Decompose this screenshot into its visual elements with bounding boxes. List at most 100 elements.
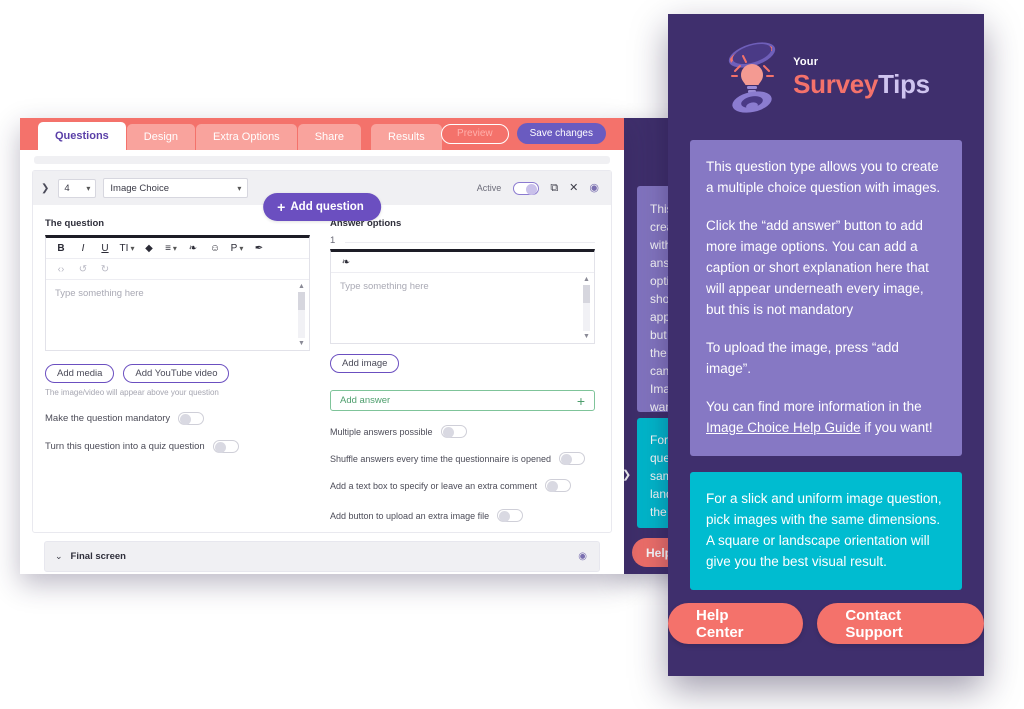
collapsed-question-strip[interactable] xyxy=(34,156,610,164)
upload-image-label: Add button to upload an extra image file xyxy=(330,510,490,521)
answer-placeholder: Type something here xyxy=(340,281,429,292)
answer-scrollbar[interactable]: ▲ ▼ xyxy=(582,276,591,340)
scroll-up-icon[interactable]: ▲ xyxy=(298,283,305,290)
question-rich-text-editor: B I U TI ▾ ◆ ≡ ▾ ❧ ☺ P ▾ ✒ ‹› ↺ ↻ Type s… xyxy=(45,235,310,351)
extra-comment-toggle[interactable] xyxy=(545,479,572,492)
preview-button[interactable]: Preview xyxy=(441,123,509,144)
chevron-down-icon: ▾ xyxy=(237,183,242,193)
question-number-value: 4 xyxy=(64,182,70,194)
lightbulb-logo-icon xyxy=(728,42,776,113)
question-placeholder: Type something here xyxy=(55,288,144,299)
save-changes-button[interactable]: Save changes xyxy=(516,123,606,144)
pro-tip-paragraph: For a slick and uniform image question, … xyxy=(706,491,942,569)
answer-toolbar: ❧ xyxy=(331,252,594,273)
quiz-toggle[interactable] xyxy=(212,440,239,453)
help-link-outro: if you want! xyxy=(864,420,933,435)
quiz-option-row: Turn this question into a quiz question xyxy=(45,440,310,453)
collapse-chevron-icon[interactable]: ❯ xyxy=(41,183,49,194)
add-answer-label: Add answer xyxy=(340,395,391,406)
scroll-down-icon[interactable]: ▼ xyxy=(298,340,305,347)
brand-logo: Your SurveyTips xyxy=(668,14,984,140)
add-question-button[interactable]: + Add question xyxy=(263,193,381,221)
contact-support-button[interactable]: Contact Support xyxy=(817,603,984,644)
mandatory-option-row: Make the question mandatory xyxy=(45,412,310,425)
logo-survey: Survey xyxy=(793,69,879,99)
survey-editor-window: Questions Design Extra Options Share Res… xyxy=(20,118,624,574)
rte-toolbar-row-1: B I U TI ▾ ◆ ≡ ▾ ❧ ☺ P ▾ ✒ xyxy=(46,238,309,259)
tab-questions[interactable]: Questions xyxy=(38,122,126,150)
help-center-button[interactable]: Help Center xyxy=(668,603,804,644)
italic-icon[interactable]: I xyxy=(72,239,94,258)
plus-icon: + xyxy=(277,199,286,215)
shuffle-answers-row: Shuffle answers every time the questionn… xyxy=(330,452,595,465)
plus-icon: + xyxy=(576,392,585,409)
redo-icon[interactable]: ↻ xyxy=(94,260,116,279)
add-image-button[interactable]: Add image xyxy=(330,354,400,373)
rte-toolbar-row-2: ‹› ↺ ↻ xyxy=(46,259,309,280)
eye-icon[interactable]: ◉ xyxy=(578,551,587,562)
question-scrollbar[interactable]: ▲ ▼ xyxy=(297,283,306,347)
help-tip-card-text: This question type allows you to create … xyxy=(706,156,946,438)
media-buttons: Add media Add YouTube video xyxy=(45,364,310,383)
duplicate-icon[interactable]: ⧉ xyxy=(550,182,558,194)
link-icon[interactable]: ❧ xyxy=(182,239,204,258)
extra-comment-label: Add a text box to specify or leave an ex… xyxy=(330,480,538,491)
logo-main: SurveyTips xyxy=(793,71,930,97)
add-media-button[interactable]: Add media xyxy=(45,364,115,383)
close-icon[interactable]: ✕ xyxy=(569,182,578,194)
scroll-down-icon[interactable]: ▼ xyxy=(583,333,590,340)
question-number-select[interactable]: 4 ▾ xyxy=(58,178,97,198)
upload-image-toggle[interactable] xyxy=(497,509,524,522)
question-card: ❯ 4 ▾ Image Choice ▾ Active ⧉ ✕ ◉ The qu… xyxy=(32,170,612,533)
add-youtube-video-button[interactable]: Add YouTube video xyxy=(123,364,230,383)
link-icon[interactable]: ❧ xyxy=(335,253,357,272)
help-paragraph-4: You can find more information in the Ima… xyxy=(706,396,946,438)
tab-design[interactable]: Design xyxy=(126,124,196,150)
scroll-up-icon[interactable]: ▲ xyxy=(583,276,590,283)
underline-icon[interactable]: U xyxy=(94,239,116,258)
help-pro-tip-card-text: For a slick and uniform image question, … xyxy=(706,488,946,572)
answer-index: 1 xyxy=(330,235,336,246)
editor-body: + Add question ❯ 4 ▾ Image Choice ▾ Acti… xyxy=(20,150,624,574)
add-answer-button[interactable]: Add answer + xyxy=(330,390,595,411)
help-paragraph-2: Click the “add answer” button to add mor… xyxy=(706,218,929,317)
help-pro-tip-card: For a slick and uniform image question, … xyxy=(690,472,962,590)
question-type-select[interactable]: Image Choice ▾ xyxy=(103,178,249,198)
source-code-icon[interactable]: ‹› xyxy=(50,260,72,279)
quiz-label: Turn this question into a quiz question xyxy=(45,441,205,452)
question-right-column: Answer options 1 ❧ Type something here ▲… xyxy=(330,218,595,522)
paragraph-style-icon[interactable]: P ▾ xyxy=(226,239,248,258)
multiple-answers-toggle[interactable] xyxy=(440,425,467,438)
active-toggle[interactable] xyxy=(513,181,540,195)
tab-results[interactable]: Results xyxy=(371,124,442,150)
undo-icon[interactable]: ↺ xyxy=(72,260,94,279)
chevron-down-icon[interactable]: ⌄ xyxy=(55,551,63,562)
eye-icon[interactable]: ◉ xyxy=(589,182,599,194)
bold-icon[interactable]: B xyxy=(50,239,72,258)
question-left-column: The question B I U TI ▾ ◆ ≡ ▾ ❧ ☺ P ▾ ✒ … xyxy=(45,218,310,522)
clear-formatting-icon[interactable]: ✒ xyxy=(248,239,270,258)
question-text-area[interactable]: Type something here ▲ ▼ xyxy=(46,280,309,350)
active-label: Active xyxy=(476,183,502,193)
multiple-answers-row: Multiple answers possible xyxy=(330,425,595,438)
help-paragraph-3: To upload the image, press “add image”. xyxy=(706,340,899,376)
editor-tabbar: Questions Design Extra Options Share Res… xyxy=(20,118,624,150)
mandatory-toggle[interactable] xyxy=(178,412,205,425)
question-header-actions: Active ⧉ ✕ ◉ xyxy=(476,181,599,195)
emoji-icon[interactable]: ☺ xyxy=(204,239,226,258)
media-hint: The image/video will appear above your q… xyxy=(45,388,219,397)
add-question-label: Add question xyxy=(290,201,364,213)
tab-extra-options[interactable]: Extra Options xyxy=(196,124,297,150)
tab-share[interactable]: Share xyxy=(297,124,362,150)
image-choice-help-guide-link[interactable]: Image Choice Help Guide xyxy=(706,420,861,435)
align-icon[interactable]: ≡ ▾ xyxy=(160,239,182,258)
logo-tips: Tips xyxy=(878,69,930,99)
brand-logo-text: Your SurveyTips xyxy=(793,57,930,98)
shuffle-answers-toggle[interactable] xyxy=(558,452,585,465)
help-link-intro: You can find more information in the xyxy=(706,399,922,414)
text-color-icon[interactable]: ◆ xyxy=(138,239,160,258)
font-size-icon[interactable]: TI ▾ xyxy=(116,239,138,258)
final-screen-row[interactable]: ⌄ Final screen ◉ xyxy=(44,541,600,572)
answer-text-area[interactable]: Type something here ▲ ▼ xyxy=(331,273,594,343)
help-tip-card: This question type allows you to create … xyxy=(690,140,962,456)
